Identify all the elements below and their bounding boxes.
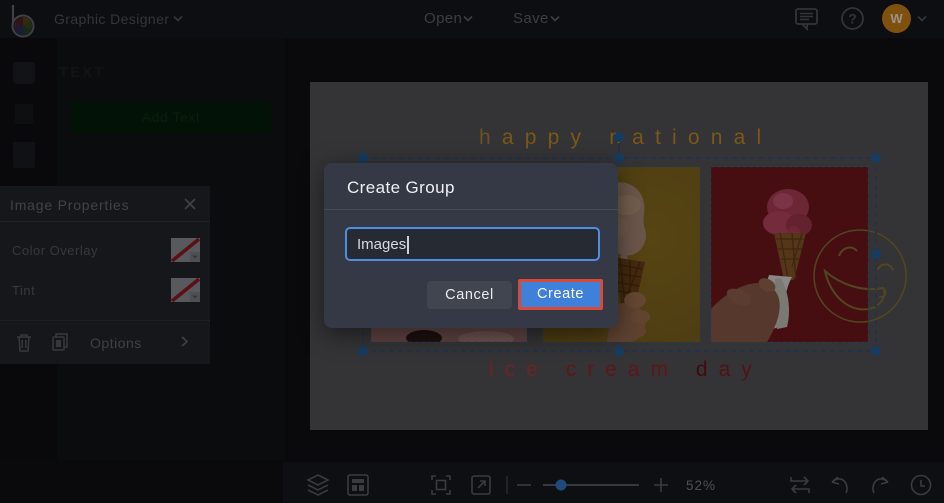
svg-text:?: ? — [848, 11, 857, 27]
svg-text:52%: 52% — [686, 478, 716, 493]
